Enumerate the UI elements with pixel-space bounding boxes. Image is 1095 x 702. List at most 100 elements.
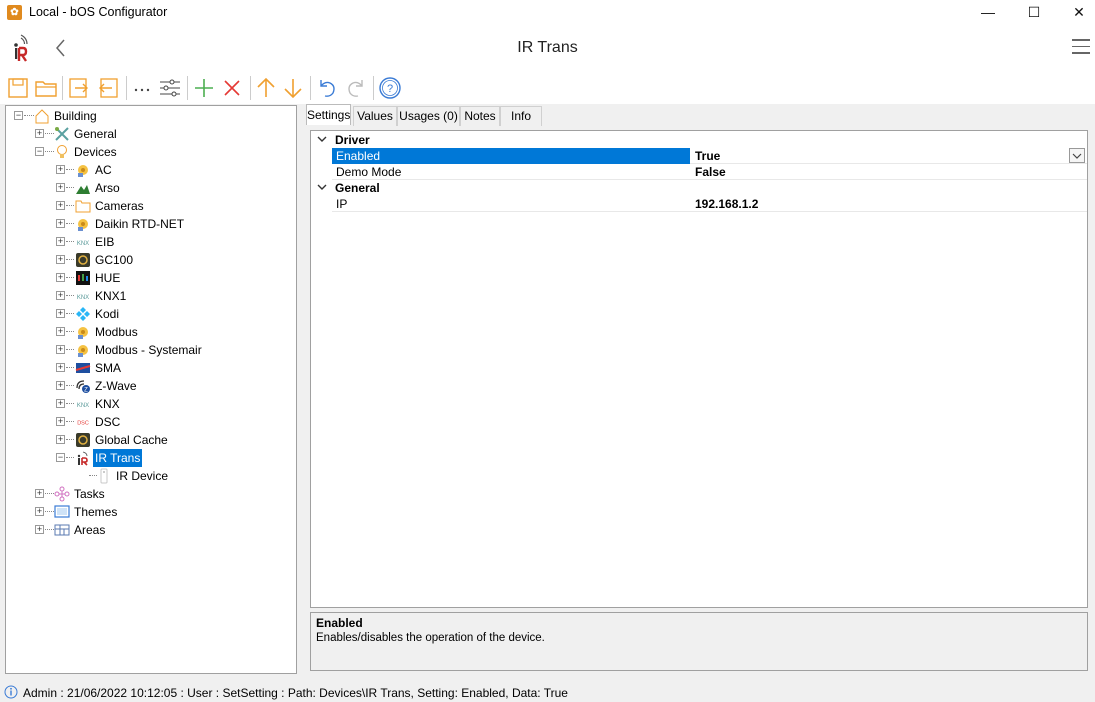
svg-text:KNX: KNX: [77, 403, 89, 409]
property-row-enabled[interactable]: Enabled True: [332, 148, 1087, 164]
tree-item-areas[interactable]: + Areas: [6, 521, 296, 539]
close-button[interactable]: ✕: [1056, 0, 1095, 25]
tree-item-ir-device[interactable]: IR Device: [6, 467, 296, 485]
property-row-demo-mode[interactable]: Demo Mode False: [332, 164, 1087, 180]
expand-icon[interactable]: +: [56, 363, 65, 372]
tree-item-modbus-systemair[interactable]: + Modbus - Systemair: [6, 341, 296, 359]
delete-icon[interactable]: [220, 76, 244, 100]
page-title: IR Trans: [517, 39, 578, 56]
expand-icon[interactable]: +: [35, 129, 44, 138]
chevron-down-icon[interactable]: [317, 181, 327, 193]
save-icon[interactable]: [6, 76, 30, 100]
property-value[interactable]: 192.168.1.2: [695, 196, 758, 212]
description-title: Enabled: [316, 616, 363, 630]
svg-text:KNX: KNX: [77, 241, 89, 247]
expand-icon[interactable]: +: [56, 435, 65, 444]
tasks-icon: [54, 486, 70, 502]
expand-icon[interactable]: +: [35, 507, 44, 516]
tree-item-themes[interactable]: + Themes: [6, 503, 296, 521]
expand-icon[interactable]: +: [56, 237, 65, 246]
collapse-icon[interactable]: −: [56, 453, 65, 462]
property-name: Enabled: [332, 148, 690, 164]
redo-icon[interactable]: [344, 76, 368, 100]
tree-item-cameras[interactable]: + Cameras: [6, 197, 296, 215]
tree-item-daikin[interactable]: + Daikin RTD-NET: [6, 215, 296, 233]
tree-panel[interactable]: − Building + General − Devices + AC + Ar…: [5, 105, 297, 674]
tree-item-knx1[interactable]: + KNX KNX1: [6, 287, 296, 305]
expand-icon[interactable]: +: [56, 273, 65, 282]
undo-icon[interactable]: [315, 76, 339, 100]
tab-settings[interactable]: Settings: [306, 104, 351, 125]
expand-icon[interactable]: +: [56, 201, 65, 210]
property-value[interactable]: True: [695, 148, 720, 164]
tab-notes[interactable]: Notes: [460, 106, 500, 126]
tree-item-arso[interactable]: + Arso: [6, 179, 296, 197]
expand-icon[interactable]: +: [56, 219, 65, 228]
chevron-down-icon[interactable]: [317, 133, 327, 145]
tree-item-tasks[interactable]: + Tasks: [6, 485, 296, 503]
tree-item-building[interactable]: − Building: [6, 107, 296, 125]
dsc-icon: DSC: [77, 421, 89, 427]
app-header: IR Trans: [0, 25, 1095, 72]
expand-icon[interactable]: +: [35, 525, 44, 534]
kodi-icon: [76, 307, 90, 321]
tree-item-gc100[interactable]: + GC100: [6, 251, 296, 269]
add-icon[interactable]: [192, 76, 216, 100]
property-row-ip[interactable]: IP 192.168.1.2: [332, 196, 1087, 212]
expand-icon[interactable]: +: [56, 381, 65, 390]
tree-item-eib[interactable]: + KNX EIB: [6, 233, 296, 251]
tree-item-kodi[interactable]: + Kodi: [6, 305, 296, 323]
expand-icon[interactable]: +: [56, 345, 65, 354]
tree-item-zwave[interactable]: + Z Z-Wave: [6, 377, 296, 395]
expand-icon[interactable]: +: [56, 309, 65, 318]
expand-icon[interactable]: +: [56, 399, 65, 408]
settings-sliders-icon[interactable]: [158, 76, 182, 100]
property-value[interactable]: False: [695, 164, 726, 180]
sma-icon: [75, 363, 91, 373]
globalcache-icon: [76, 253, 90, 267]
tree-item-ir-trans[interactable]: − IR Trans: [6, 449, 296, 467]
category-driver[interactable]: Driver: [311, 132, 1087, 148]
tree-item-knx[interactable]: + KNX KNX: [6, 395, 296, 413]
tree-item-dsc[interactable]: + DSC DSC: [6, 413, 296, 431]
dropdown-button[interactable]: [1069, 148, 1085, 163]
expand-icon[interactable]: +: [56, 165, 65, 174]
expand-icon[interactable]: +: [56, 255, 65, 264]
move-up-icon[interactable]: [254, 76, 278, 100]
maximize-button[interactable]: ☐: [1011, 0, 1057, 25]
menu-icon[interactable]: [1072, 39, 1090, 57]
description-panel: Enabled Enables/disables the operation o…: [310, 612, 1088, 671]
open-folder-icon[interactable]: [34, 76, 58, 100]
tree-item-devices[interactable]: − Devices: [6, 143, 296, 161]
import-icon[interactable]: [67, 76, 91, 100]
move-down-icon[interactable]: [281, 76, 305, 100]
driver-icon: [78, 327, 88, 339]
property-grid[interactable]: Driver Enabled True Demo Mode False Gene…: [310, 130, 1088, 608]
expand-icon[interactable]: +: [35, 489, 44, 498]
tree-item-sma[interactable]: + SMA: [6, 359, 296, 377]
category-general[interactable]: General: [311, 180, 1087, 196]
tab-info[interactable]: Info: [500, 106, 542, 126]
more-icon[interactable]: [130, 76, 154, 100]
collapse-icon[interactable]: −: [35, 147, 44, 156]
tree-item-ac[interactable]: + AC: [6, 161, 296, 179]
collapse-icon[interactable]: −: [14, 111, 23, 120]
minimize-button[interactable]: —: [965, 0, 1011, 25]
property-name: Demo Mode: [336, 165, 402, 179]
tab-values[interactable]: Values: [353, 106, 397, 126]
tree-item-modbus[interactable]: + Modbus: [6, 323, 296, 341]
info-icon: [4, 685, 18, 699]
help-icon[interactable]: ?: [378, 76, 402, 100]
expand-icon[interactable]: +: [56, 417, 65, 426]
export-icon[interactable]: [96, 76, 120, 100]
tab-usages[interactable]: Usages (0): [397, 106, 460, 126]
svg-text:?: ?: [387, 83, 393, 95]
expand-icon[interactable]: +: [56, 291, 65, 300]
tree-item-hue[interactable]: + HUE: [6, 269, 296, 287]
expand-icon[interactable]: +: [56, 327, 65, 336]
expand-icon[interactable]: +: [56, 183, 65, 192]
tree-item-global-cache[interactable]: + Global Cache: [6, 431, 296, 449]
hue-icon: [76, 271, 90, 285]
knx-icon: KNX: [77, 295, 89, 301]
tree-item-general[interactable]: + General: [6, 125, 296, 143]
